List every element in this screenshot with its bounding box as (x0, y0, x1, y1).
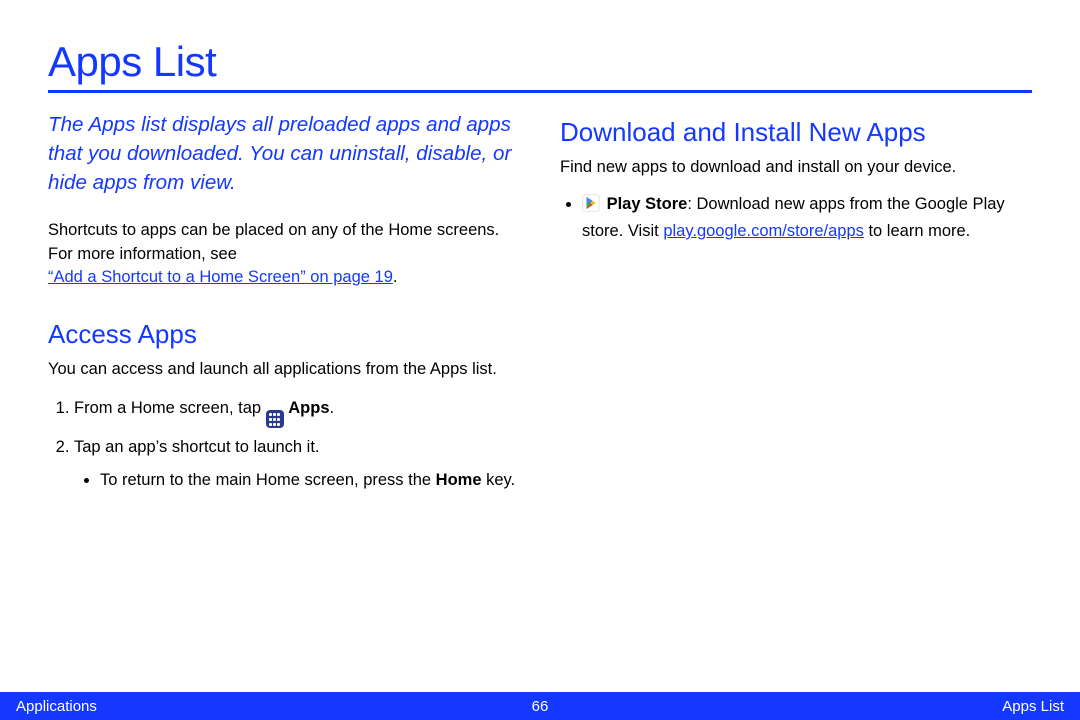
shortcut-text: Shortcuts to apps can be placed on any o… (48, 221, 499, 262)
page-title: Apps List (48, 38, 1032, 86)
play-store-label: Play Store (607, 195, 688, 213)
cross-ref-link[interactable]: “Add a Shortcut to a Home Screen” on pag… (48, 268, 393, 286)
right-column: Download and Install New Apps Find new a… (560, 111, 1032, 501)
step-1: From a Home screen, tap Apps. (74, 395, 520, 429)
footer-right: Apps List (1002, 698, 1064, 715)
step2-sub-post: key. (482, 471, 516, 489)
step2-text: Tap an app’s shortcut to launch it. (74, 438, 320, 456)
step2-sub-item: To return to the main Home screen, press… (100, 467, 520, 493)
play-store-link[interactable]: play.google.com/store/apps (663, 222, 864, 240)
download-heading: Download and Install New Apps (560, 117, 1032, 148)
apps-grid-icon (266, 410, 284, 428)
shortcut-paragraph: Shortcuts to apps can be placed on any o… (48, 219, 520, 288)
download-bullet-list: Play Store: Download new apps from the G… (560, 193, 1032, 244)
step1-bold: Apps (288, 399, 329, 417)
access-apps-intro: You can access and launch all applicatio… (48, 358, 520, 381)
left-column: The Apps list displays all preloaded app… (48, 111, 520, 501)
play-store-bullet: Play Store: Download new apps from the G… (582, 193, 1032, 244)
play-store-text-2: to learn more. (864, 222, 970, 240)
download-intro: Find new apps to download and install on… (560, 156, 1032, 179)
access-apps-heading: Access Apps (48, 319, 520, 350)
step2-sublist: To return to the main Home screen, press… (74, 467, 520, 493)
step2-sub-bold: Home (436, 471, 482, 489)
step-2: Tap an app’s shortcut to launch it. To r… (74, 434, 520, 493)
play-store-icon (582, 194, 600, 220)
title-rule (48, 90, 1032, 93)
intro-paragraph: The Apps list displays all preloaded app… (48, 111, 520, 197)
footer-bar: Applications 66 Apps List (0, 692, 1080, 720)
period: . (393, 268, 398, 286)
access-steps-list: From a Home screen, tap Apps. Tap an app… (48, 395, 520, 493)
footer-page-number: 66 (532, 698, 549, 715)
step1-pre: From a Home screen, tap (74, 399, 266, 417)
step2-sub-pre: To return to the main Home screen, press… (100, 471, 436, 489)
step1-post: . (330, 399, 335, 417)
footer-left: Applications (16, 698, 97, 715)
